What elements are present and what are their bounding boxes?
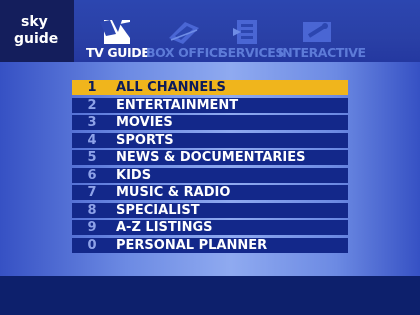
tab-interactive-label: INTERACTIVE [278,45,366,60]
menu-item-number: 3 [87,115,97,130]
menu-item-label: KIDS [116,167,152,183]
menu-item-kids[interactable]: 6 KIDS [72,167,348,183]
tab-box-office[interactable]: BOX OFFICE [146,18,226,62]
menu-item-personal-planner[interactable]: 0 PERSONAL PLANNER [72,237,348,253]
menu-item-news-documentaries[interactable]: 5 NEWS & DOCUMENTARIES [72,150,348,165]
tab-services[interactable]: SERVICES [219,18,285,62]
services-icon [233,20,257,44]
tab-tv-guide[interactable]: TV GUIDE [86,18,150,62]
tab-interactive[interactable]: INTERACTIVE [278,18,366,62]
menu-item-number: 2 [87,97,97,113]
menu-item-a-z-listings[interactable]: 9 A-Z LISTINGS [72,220,348,235]
menu-item-label: PERSONAL PLANNER [116,237,268,253]
menu-item-number: 7 [87,185,97,200]
interactive-icon [303,22,331,42]
menu-item-entertainment[interactable]: 2 ENTERTAINMENT [72,97,348,113]
menu-item-sports[interactable]: 4 SPORTS [72,132,348,148]
menu-item-number: 6 [87,167,97,183]
menu-item-label: A-Z LISTINGS [116,220,213,235]
menu-item-music-radio[interactable]: 7 MUSIC & RADIO [72,185,348,200]
tv-guide-icon [100,20,130,44]
channel-category-menu: 1 ALL CHANNELS 2 ENTERTAINMENT 3 MOVIES … [72,80,348,255]
menu-item-number: 0 [87,237,97,253]
logo-line-2: guide [14,31,59,47]
menu-item-number: 5 [87,150,97,165]
menu-item-all-channels[interactable]: 1 ALL CHANNELS [72,80,348,95]
tab-box-office-label: BOX OFFICE [146,45,226,60]
top-navigation-bar: sky guide TV GUIDE BOX OFFICE SERVICES I… [0,0,420,62]
footer-bar [0,276,420,315]
menu-item-label: SPECIALIST [116,202,200,218]
menu-item-number: 8 [87,202,97,218]
menu-item-number: 4 [87,132,97,148]
menu-item-specialist[interactable]: 8 SPECIALIST [72,202,348,218]
menu-item-label: ALL CHANNELS [116,80,226,95]
tab-services-label: SERVICES [219,45,285,60]
logo-line-1: sky [21,14,48,30]
menu-item-number: 1 [87,80,97,95]
menu-item-label: MUSIC & RADIO [116,185,231,200]
tab-tv-guide-label: TV GUIDE [86,45,150,60]
menu-item-label: ENTERTAINMENT [116,97,239,113]
menu-item-number: 9 [87,220,97,235]
box-office-icon [169,22,199,44]
sky-guide-logo: sky guide [0,0,74,62]
menu-item-label: MOVIES [116,115,173,130]
menu-item-movies[interactable]: 3 MOVIES [72,115,348,130]
menu-item-label: NEWS & DOCUMENTARIES [116,150,306,165]
menu-item-label: SPORTS [116,132,174,148]
